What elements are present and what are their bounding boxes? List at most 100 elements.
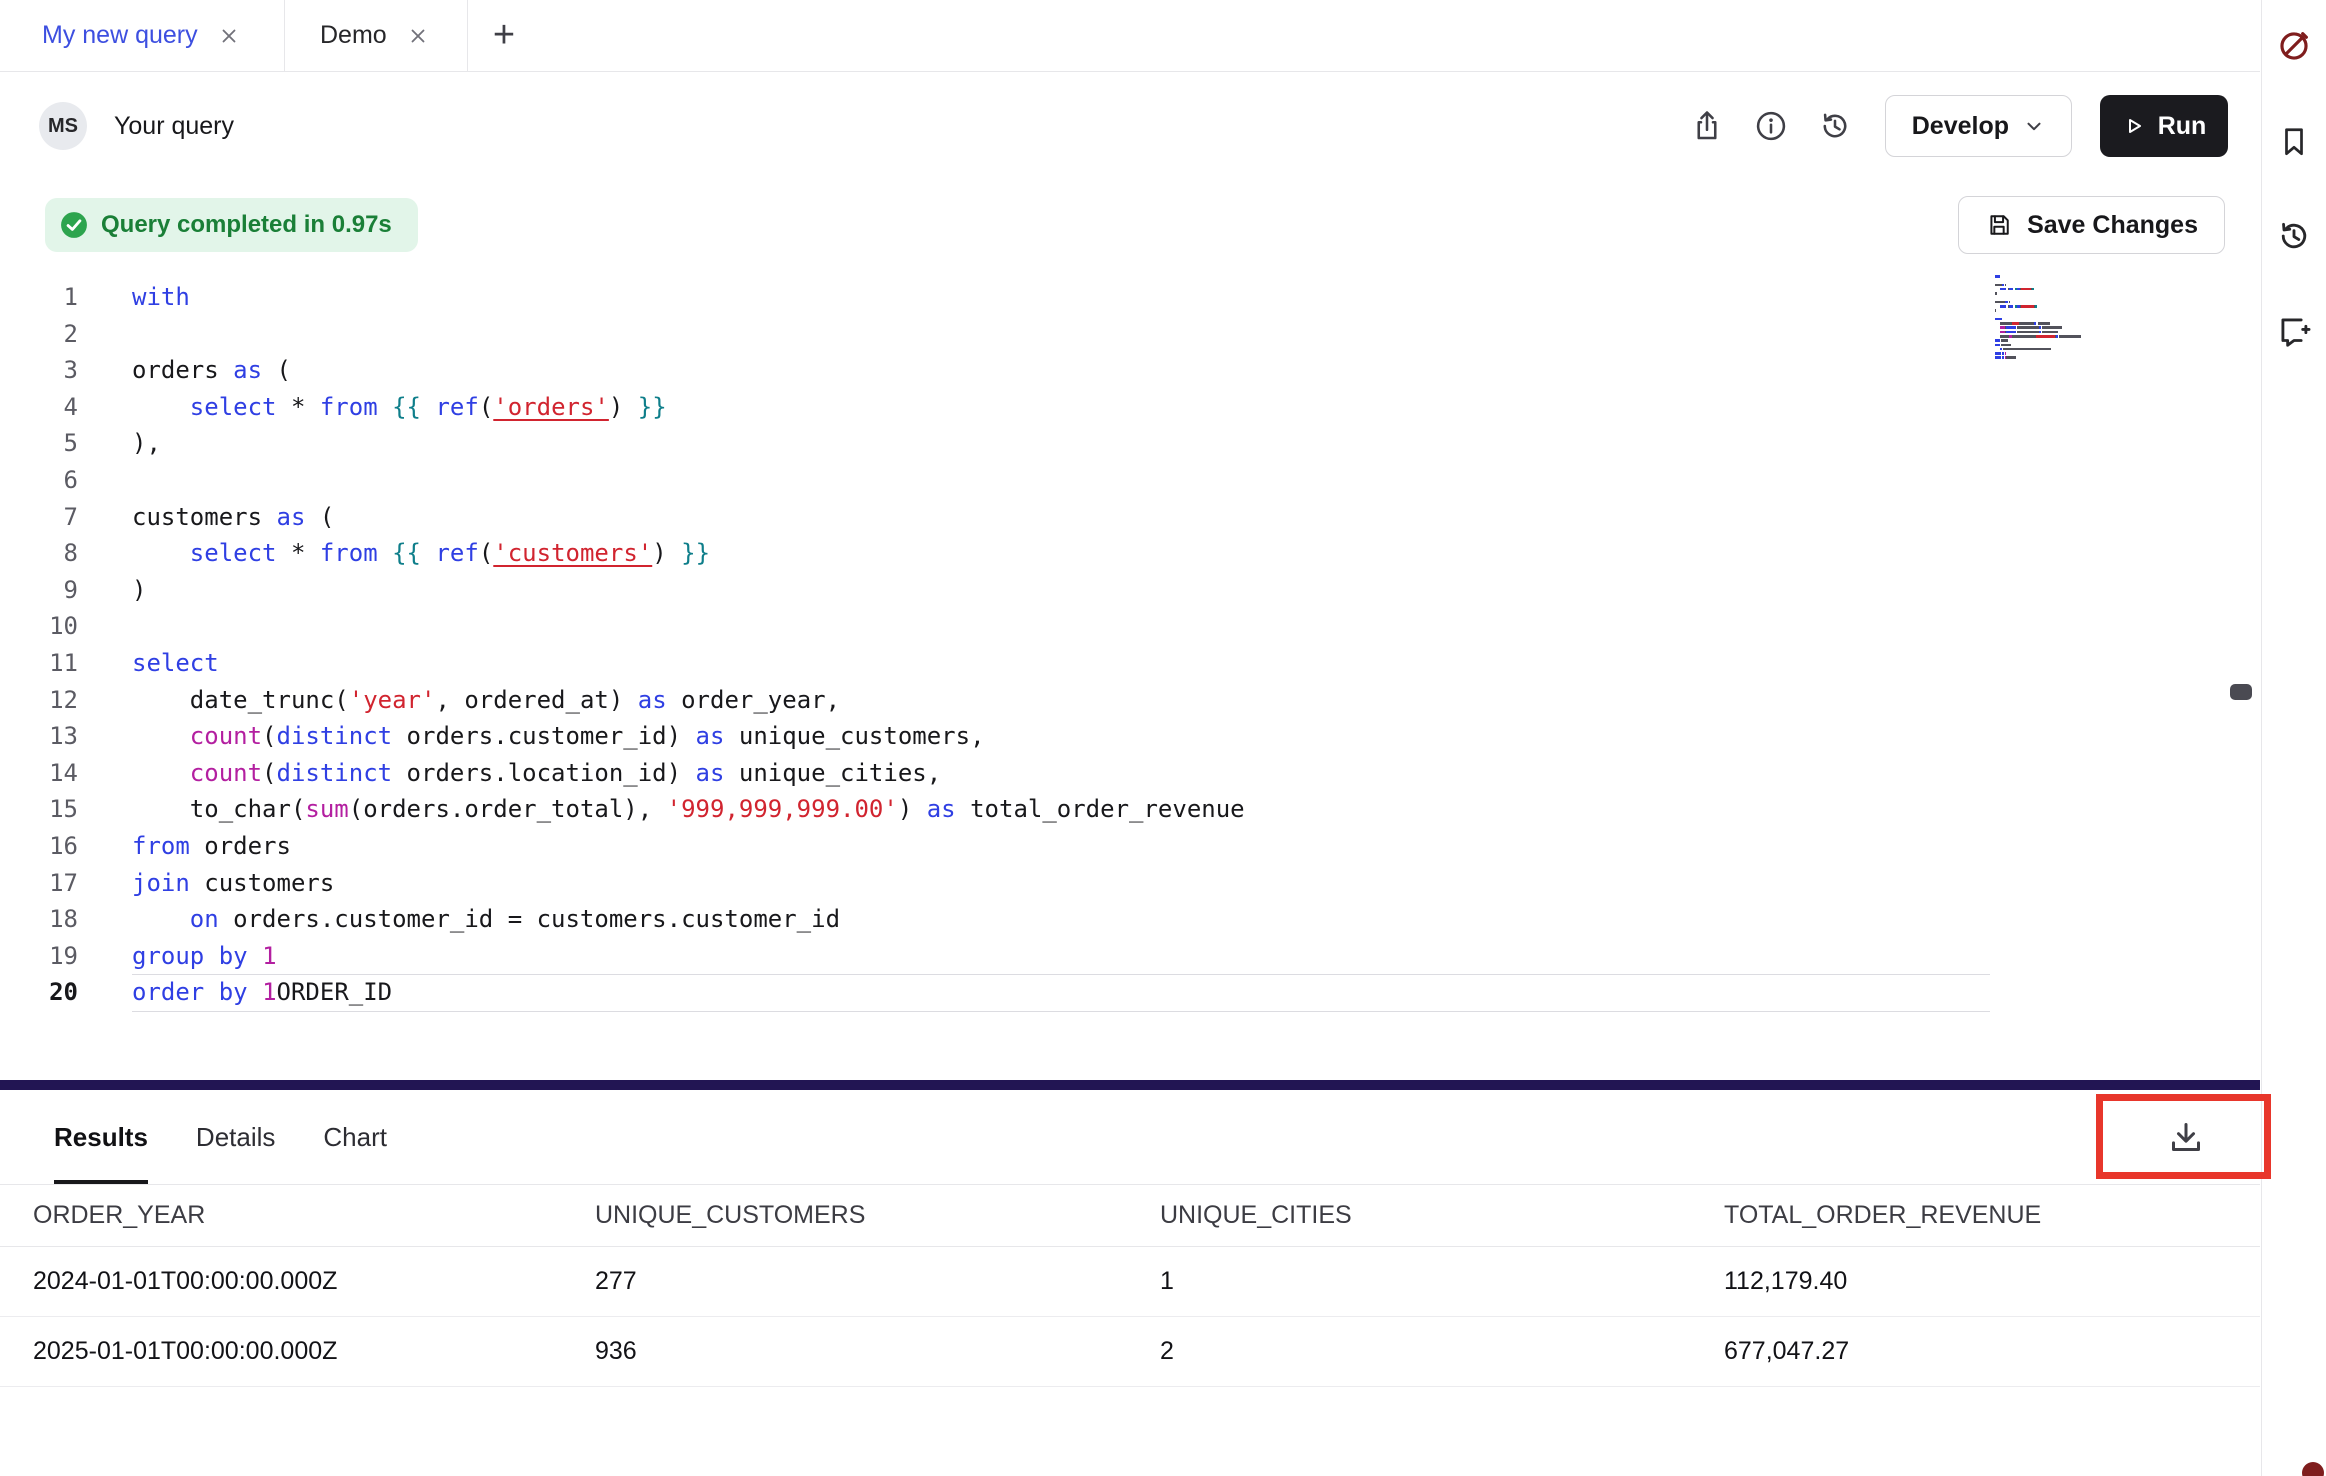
develop-label: Develop (1912, 112, 2009, 141)
line-number: 17 (0, 865, 78, 902)
history-button[interactable] (1813, 104, 1857, 148)
edited-region-line (132, 1011, 1990, 1012)
right-sidebar (2261, 0, 2326, 1476)
panel-divider[interactable] (0, 1080, 2260, 1090)
avatar[interactable]: MS (39, 102, 87, 150)
bookmark-icon (2276, 123, 2312, 159)
table-cell: 112,179.40 (1691, 1267, 2260, 1296)
column-header[interactable]: UNIQUE_CITIES (1127, 1201, 1691, 1230)
sql-editor[interactable]: 1234567891011121314151617181920 withorde… (0, 270, 2260, 1080)
code-line[interactable]: select (132, 645, 1245, 682)
history-rail-button[interactable] (2273, 215, 2315, 257)
check-circle-icon (60, 211, 88, 239)
code-line[interactable]: orders as ( (132, 352, 1245, 389)
line-number: 16 (0, 828, 78, 865)
column-header[interactable]: ORDER_YEAR (0, 1201, 562, 1230)
code-line[interactable]: date_trunc('year', ordered_at) as order_… (132, 682, 1245, 719)
tab-my-new-query[interactable]: My new query (0, 0, 285, 71)
code-line[interactable]: ) (132, 572, 1245, 609)
code-line[interactable]: select * from {{ ref('customers') }} (132, 535, 1245, 572)
line-number: 4 (0, 389, 78, 426)
code-line[interactable]: join customers (132, 865, 1245, 902)
share-button[interactable] (1685, 104, 1729, 148)
bookmark-button[interactable] (2273, 120, 2315, 162)
download-icon (2166, 1117, 2206, 1157)
tab-demo[interactable]: Demo (285, 0, 468, 71)
tab-results[interactable]: Results (54, 1090, 148, 1184)
page-title: Your query (114, 112, 234, 141)
history-icon (2275, 217, 2313, 255)
history-icon (1817, 108, 1853, 144)
download-results-button[interactable] (2156, 1107, 2216, 1167)
info-button[interactable] (1749, 104, 1793, 148)
code-line[interactable]: with (132, 279, 1245, 316)
code-line[interactable] (132, 608, 1245, 645)
tab-details[interactable]: Details (196, 1090, 275, 1184)
main-area: My new query Demo + MS Your query (0, 0, 2260, 1476)
info-icon (1753, 108, 1789, 144)
table-row[interactable]: 2024-01-01T00:00:00.000Z2771112,179.40 (0, 1247, 2260, 1317)
line-number: 12 (0, 682, 78, 719)
column-header[interactable]: TOTAL_ORDER_REVENUE (1691, 1201, 2260, 1230)
code-line[interactable] (132, 462, 1245, 499)
code-line[interactable]: to_char(sum(orders.order_total), '999,99… (132, 791, 1245, 828)
new-tab-button[interactable]: + (468, 0, 540, 71)
feedback-button[interactable] (2273, 310, 2315, 352)
table-cell: 277 (562, 1267, 1127, 1296)
results-table-body: 2024-01-01T00:00:00.000Z2771112,179.4020… (0, 1247, 2260, 1387)
scrollbar-thumb[interactable] (2230, 684, 2252, 700)
table-cell: 1 (1127, 1267, 1691, 1296)
line-number: 7 (0, 499, 78, 536)
debug-icon (2275, 27, 2313, 65)
debug-button[interactable] (2273, 25, 2315, 67)
line-number: 1 (0, 279, 78, 316)
tab-label: My new query (42, 21, 198, 50)
notification-dot (2302, 1462, 2324, 1476)
code-line[interactable]: group by 1 (132, 938, 1245, 975)
line-number: 8 (0, 535, 78, 572)
save-changes-button[interactable]: Save Changes (1958, 196, 2225, 254)
line-number: 6 (0, 462, 78, 499)
line-number: 13 (0, 718, 78, 755)
table-cell: 2025-01-01T00:00:00.000Z (0, 1337, 562, 1366)
editor-minimap[interactable] (1995, 275, 2103, 361)
table-cell: 677,047.27 (1691, 1337, 2260, 1366)
query-header: MS Your query Develop (0, 72, 2260, 180)
tab-label: Demo (320, 21, 387, 50)
table-cell: 2 (1127, 1337, 1691, 1366)
editor-tab-bar: My new query Demo + (0, 0, 2260, 72)
close-icon[interactable] (218, 25, 240, 47)
code-line[interactable]: customers as ( (132, 499, 1245, 536)
code-line[interactable]: order by 1ORDER_ID (132, 974, 1245, 1011)
table-cell: 2024-01-01T00:00:00.000Z (0, 1267, 562, 1296)
play-icon (2122, 114, 2146, 138)
line-number: 20 (0, 974, 78, 1011)
chevron-down-icon (2023, 115, 2045, 137)
code-line[interactable]: count(distinct orders.location_id) as un… (132, 755, 1245, 792)
run-button[interactable]: Run (2100, 95, 2228, 157)
code-line[interactable]: select * from {{ ref('orders') }} (132, 389, 1245, 426)
develop-dropdown[interactable]: Develop (1885, 95, 2072, 157)
code-line[interactable]: count(distinct orders.customer_id) as un… (132, 718, 1245, 755)
results-toolbar: Results Details Chart (0, 1090, 2260, 1185)
column-header[interactable]: UNIQUE_CUSTOMERS (562, 1201, 1127, 1230)
code-line[interactable]: ), (132, 425, 1245, 462)
edited-region-line (132, 974, 1990, 975)
code-line[interactable]: on orders.customer_id = customers.custom… (132, 901, 1245, 938)
tab-chart[interactable]: Chart (323, 1090, 387, 1184)
table-row[interactable]: 2025-01-01T00:00:00.000Z9362677,047.27 (0, 1317, 2260, 1387)
save-icon (1985, 211, 2013, 239)
close-icon[interactable] (407, 25, 429, 47)
query-status-badge: Query completed in 0.97s (45, 198, 418, 252)
status-message: Query completed in 0.97s (101, 211, 392, 239)
code-line[interactable] (132, 316, 1245, 353)
line-number: 18 (0, 901, 78, 938)
table-cell: 936 (562, 1337, 1127, 1366)
line-number: 10 (0, 608, 78, 645)
line-number: 19 (0, 938, 78, 975)
editor-code[interactable]: with orders as ( select * from {{ ref('or… (95, 270, 1245, 1080)
line-number: 11 (0, 645, 78, 682)
code-line[interactable]: from orders (132, 828, 1245, 865)
run-label: Run (2158, 112, 2207, 141)
save-changes-label: Save Changes (2027, 211, 2198, 240)
